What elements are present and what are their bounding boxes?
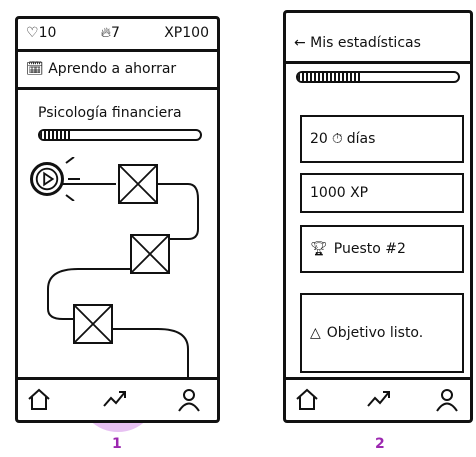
home-icon[interactable]	[294, 386, 320, 412]
profile-icon[interactable]	[434, 386, 460, 412]
home-icon[interactable]	[26, 386, 52, 412]
goal-text: Objetivo listo.	[326, 325, 424, 341]
progress-icon[interactable]	[102, 386, 128, 412]
frame-label-1: 1	[112, 436, 122, 452]
streak-card: 20 ⏱︎ días	[300, 115, 464, 163]
divider	[286, 61, 470, 64]
back-title[interactable]: ← Mis estadísticas	[294, 35, 421, 51]
goal-card: △ Objetivo listo.	[300, 293, 464, 373]
phone-frame-1: ♡10 🔥︎7 XP100 🗓︎ Aprendo a ahorrar Psico…	[15, 16, 220, 423]
current-lesson-node[interactable]	[30, 162, 64, 196]
sparkle-icon	[65, 157, 80, 201]
locked-lesson-node[interactable]	[73, 304, 113, 344]
progress-icon[interactable]	[366, 386, 392, 412]
bottom-nav	[286, 378, 470, 420]
frame-label-2: 2	[375, 436, 385, 452]
locked-lesson-node[interactable]	[118, 164, 158, 204]
locked-image-icon	[75, 306, 111, 342]
locked-image-icon	[120, 166, 156, 202]
stopwatch-icon: ⏱︎	[331, 131, 343, 147]
stats-progress-fill	[298, 73, 362, 81]
xp-total: 1000 XP	[310, 185, 369, 201]
warning-icon: △	[310, 325, 321, 341]
locked-lesson-node[interactable]	[130, 234, 170, 274]
stats-progress-bar	[296, 71, 460, 83]
locked-image-icon	[132, 236, 168, 272]
streak-days-label: días	[346, 131, 376, 147]
bottom-nav	[18, 378, 217, 420]
xp-card: 1000 XP	[300, 173, 464, 213]
profile-icon[interactable]	[176, 386, 202, 412]
trophy-icon: 🏆︎	[310, 241, 328, 257]
phone-frame-2: ← Mis estadísticas 20 ⏱︎ días 1000 XP 🏆︎…	[283, 10, 473, 423]
streak-days-number: 20	[310, 131, 328, 147]
rank-text: Puesto #2	[333, 241, 406, 257]
play-icon	[35, 167, 59, 191]
rank-card: 🏆︎ Puesto #2	[300, 225, 464, 273]
